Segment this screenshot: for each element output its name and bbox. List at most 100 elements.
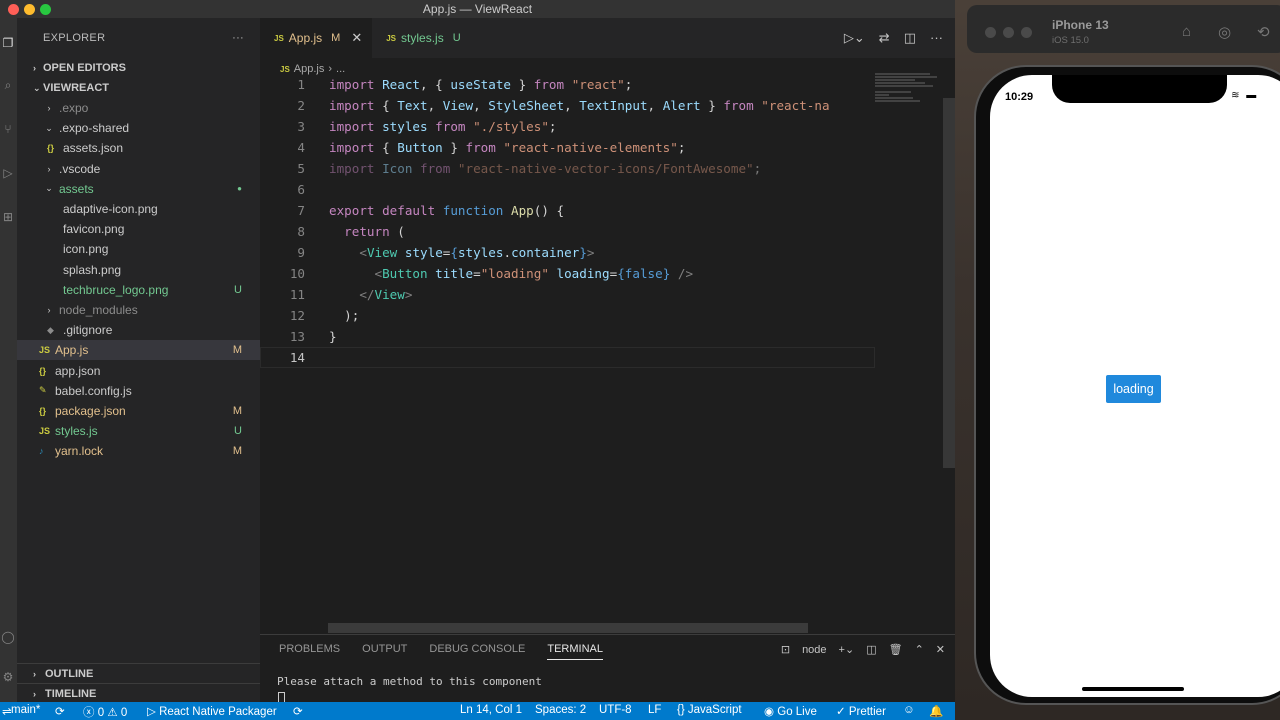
- tab-problems[interactable]: PROBLEMS: [279, 643, 340, 660]
- sim-close-button[interactable]: [985, 27, 996, 38]
- broadcast-icon: ◉: [764, 706, 775, 718]
- packager-indicator[interactable]: ▷ React Native Packager: [147, 704, 277, 718]
- code-line[interactable]: 9 <View style={styles.container}>: [260, 242, 875, 263]
- home-icon[interactable]: ⌂: [1182, 23, 1191, 40]
- branch-indicator[interactable]: main*: [11, 704, 40, 716]
- tree-item-vscode[interactable]: › .vscode: [17, 159, 260, 179]
- line-number: 8: [297, 224, 305, 239]
- explorer-icon[interactable]: ❐: [1, 36, 15, 50]
- tree-item-package-json[interactable]: {} package.json M: [17, 401, 260, 421]
- loading-button[interactable]: loading: [1106, 375, 1161, 403]
- git-status-badge: U: [234, 283, 242, 296]
- close-icon[interactable]: ✕: [351, 30, 362, 46]
- run-debug-icon[interactable]: ▷: [1, 166, 15, 180]
- tree-item-adaptive-icon[interactable]: adaptive-icon.png: [17, 199, 260, 219]
- problems-indicator[interactable]: ⓧ 0 ⚠ 0: [83, 704, 127, 720]
- feedback-icon[interactable]: ☺: [903, 704, 915, 716]
- zoom-window-button[interactable]: [40, 4, 51, 15]
- tab-output[interactable]: OUTPUT: [362, 643, 407, 660]
- tree-item-yarn-lock[interactable]: ♪ yarn.lock M: [17, 441, 260, 461]
- code-line[interactable]: 1 import React, { useState } from "react"…: [260, 74, 875, 95]
- tree-item-assets-json[interactable]: {} assets.json: [17, 138, 260, 158]
- tree-item-expo-shared[interactable]: ⌄ .expo-shared: [17, 118, 260, 138]
- sim-minimize-button[interactable]: [1003, 27, 1014, 38]
- manage-gear-icon[interactable]: ⚙: [1, 670, 15, 684]
- sim-zoom-button[interactable]: [1021, 27, 1032, 38]
- split-terminal-icon[interactable]: ◫: [866, 643, 876, 656]
- code-line[interactable]: 7 export default function App() {: [260, 200, 875, 221]
- explorer-more-icon[interactable]: ···: [232, 32, 244, 44]
- code-text: import Icon from "react-native-vector-ic…: [329, 161, 762, 176]
- code-line[interactable]: 8 return (: [260, 221, 875, 242]
- outline-section[interactable]: › OUTLINE: [17, 663, 260, 683]
- close-panel-icon[interactable]: ✕: [936, 643, 945, 656]
- split-editor-icon[interactable]: ◫: [904, 30, 916, 46]
- code-line[interactable]: 5 import Icon from "react-native-vector-i…: [260, 158, 875, 179]
- tree-item-app-json[interactable]: {} app.json: [17, 360, 260, 380]
- open-editors-section[interactable]: › OPEN EDITORS: [17, 58, 260, 78]
- code-line[interactable]: 4 import { Button } from "react-native-el…: [260, 137, 875, 158]
- cursor-position[interactable]: Ln 14, Col 1: [460, 704, 522, 716]
- encoding[interactable]: UTF-8: [599, 704, 632, 716]
- tree-item-splash[interactable]: splash.png: [17, 260, 260, 280]
- tree-item-gitignore[interactable]: ◆ .gitignore: [17, 320, 260, 340]
- rotate-icon[interactable]: ⟲: [1257, 23, 1270, 41]
- source-control-icon[interactable]: ⑂: [1, 122, 15, 136]
- code-line[interactable]: 10 <Button title="loading" loading={fals…: [260, 263, 875, 284]
- sync-icon[interactable]: ⟳: [55, 704, 65, 718]
- minimize-window-button[interactable]: [24, 4, 35, 15]
- prettier-button[interactable]: ✓ Prettier: [836, 704, 886, 718]
- tab-styles-js[interactable]: JS styles.js U: [372, 18, 470, 58]
- notifications-icon[interactable]: 🔔: [929, 704, 943, 718]
- go-live-button[interactable]: ◉ Go Live: [764, 704, 817, 718]
- tab-terminal[interactable]: TERMINAL: [547, 643, 603, 660]
- vertical-scrollbar[interactable]: [943, 98, 955, 468]
- code-line[interactable]: 13}: [260, 326, 875, 347]
- code-line[interactable]: 2 import { Text, View, StyleSheet, TextIn…: [260, 95, 875, 116]
- search-icon[interactable]: ⌕: [1, 78, 15, 92]
- trash-icon[interactable]: 🗑: [889, 643, 903, 656]
- code-text: <Button title="loading" loading={false} …: [374, 266, 694, 281]
- new-terminal-icon[interactable]: +⌄: [839, 643, 855, 656]
- code-line[interactable]: 3 import styles from "./styles";: [260, 116, 875, 137]
- line-endings[interactable]: LF: [648, 704, 661, 716]
- project-section[interactable]: ⌄ VIEWREACT: [17, 78, 260, 98]
- tree-item-techbruce-logo[interactable]: techbruce_logo.png U: [17, 280, 260, 300]
- screenshot-icon[interactable]: ◎: [1218, 23, 1231, 41]
- tree-item-expo[interactable]: › .expo: [17, 98, 260, 118]
- terminal-select[interactable]: node: [802, 644, 826, 656]
- tree-item-assets-folder[interactable]: ⌄ assets ●: [17, 179, 260, 199]
- extensions-icon[interactable]: ⊞: [1, 210, 15, 224]
- more-actions-icon[interactable]: ···: [930, 30, 943, 46]
- tree-item-label: .gitignore: [63, 323, 113, 338]
- code-line[interactable]: 12 );: [260, 305, 875, 326]
- tab-app-js[interactable]: JS App.js M ✕: [260, 18, 373, 58]
- code-line[interactable]: 14: [260, 347, 875, 368]
- account-icon[interactable]: ◯: [1, 630, 15, 644]
- horizontal-scrollbar[interactable]: [328, 623, 808, 633]
- chevron-right-icon: ›: [33, 668, 36, 679]
- tree-item-icon[interactable]: icon.png: [17, 239, 260, 259]
- tree-item-styles-js[interactable]: JS styles.js U: [17, 421, 260, 441]
- indentation[interactable]: Spaces: 2: [535, 704, 586, 716]
- tab-debug-console[interactable]: DEBUG CONSOLE: [429, 643, 525, 660]
- code-editor[interactable]: 1 import React, { useState } from "react"…: [260, 74, 875, 368]
- tree-item-label: favicon.png: [63, 222, 125, 237]
- tree-item-node-modules[interactable]: › node_modules: [17, 300, 260, 320]
- code-line[interactable]: 11 </View>: [260, 284, 875, 305]
- timeline-section[interactable]: › TIMELINE: [17, 683, 260, 703]
- maximize-panel-icon[interactable]: ⌃: [915, 643, 924, 656]
- minimap[interactable]: [875, 72, 940, 132]
- json-file-icon: {}: [47, 143, 55, 154]
- refresh-icon[interactable]: ⟳: [293, 704, 303, 718]
- editor-group: JS App.js M ✕ JS styles.js U ▷⌄ ⇄ ◫ ··· …: [260, 18, 955, 703]
- tree-item-babel-config[interactable]: ✎ babel.config.js: [17, 381, 260, 401]
- open-changes-icon[interactable]: ⇄: [879, 30, 890, 46]
- run-icon[interactable]: ▷⌄: [844, 30, 865, 46]
- tree-item-favicon[interactable]: favicon.png: [17, 219, 260, 239]
- tree-item-app-js[interactable]: JS App.js M: [17, 340, 260, 361]
- language-mode[interactable]: {} JavaScript: [677, 704, 742, 716]
- home-indicator[interactable]: [1082, 687, 1184, 691]
- code-line[interactable]: 6: [260, 179, 875, 200]
- close-window-button[interactable]: [8, 4, 19, 15]
